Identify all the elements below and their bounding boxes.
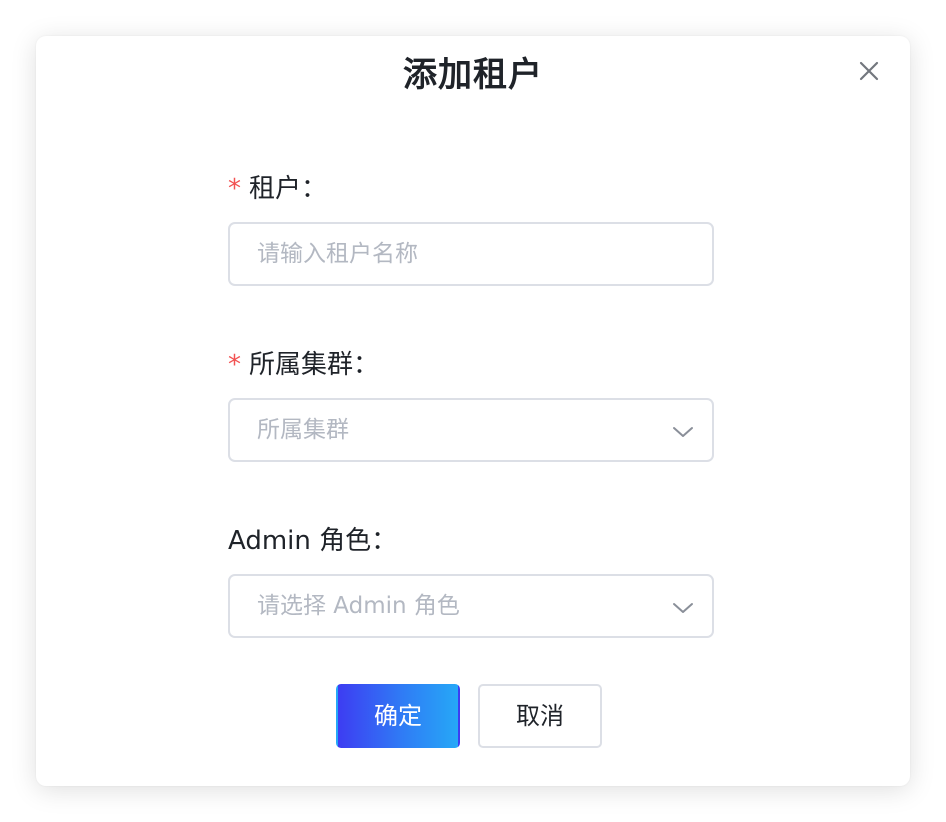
tenant-input-box	[228, 222, 714, 286]
tenant-name-input[interactable]	[230, 224, 687, 284]
admin-role-select[interactable]: 请选择 Admin 角色	[228, 574, 714, 638]
admin-role-select-placeholder: 请选择 Admin 角色	[257, 593, 460, 619]
add-tenant-dialog: 添加租户 *租户： *所属集群： 所属集群 Admin 角色： 请选择 Admi	[36, 36, 910, 786]
tenant-label: * 租户：	[228, 172, 327, 206]
close-icon	[854, 56, 884, 86]
close-button[interactable]	[854, 56, 884, 86]
cancel-button[interactable]: 取消	[478, 684, 602, 748]
required-mark: *	[228, 350, 241, 380]
cluster-label-text: 所属集群：	[249, 350, 380, 380]
cluster-select[interactable]: 所属集群	[228, 398, 714, 462]
cluster-label: * 所属集群：	[228, 348, 379, 382]
cluster-select-placeholder: 所属集群	[257, 417, 349, 443]
chevron-down-icon	[672, 425, 694, 439]
admin-role-label: Admin 角色：	[228, 526, 398, 556]
confirm-button[interactable]: 确定	[336, 684, 460, 748]
required-mark: *	[228, 174, 241, 204]
dialog-title: 添加租户	[403, 55, 543, 95]
tenant-label-text: 租户：	[249, 174, 328, 204]
chevron-down-icon	[672, 601, 694, 615]
